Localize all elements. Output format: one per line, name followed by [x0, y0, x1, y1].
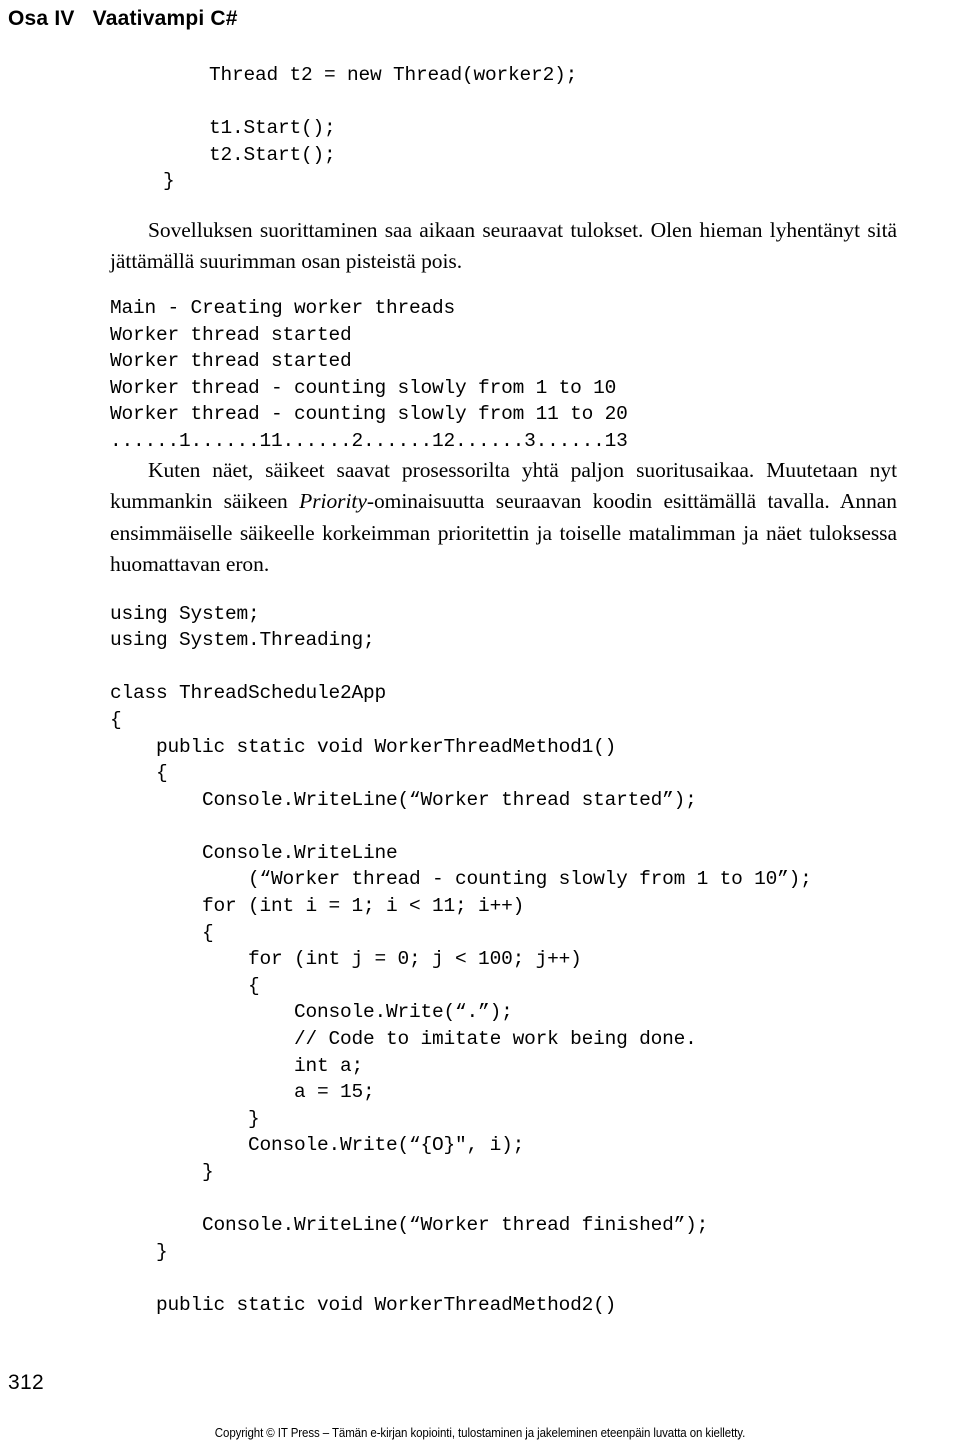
paragraph-2-italic-priority: Priority — [299, 489, 367, 514]
code-block-threadschedule2app: using System; using System.Threading; cl… — [110, 602, 812, 1316]
paragraph-kuten-naet: Kuten näet, säikeet saavat prosessorilta… — [110, 455, 897, 581]
book-page: Osa IV Vaativampi C# Thread t2 = new Thr… — [0, 0, 960, 1456]
copyright-notice: Copyright © IT Press – Tämän e-kirjan ko… — [214, 1426, 746, 1440]
running-head: Osa IV Vaativampi C# — [8, 7, 238, 30]
code-block-thread-start: Thread t2 = new Thread(worker2); t1.Star… — [163, 64, 578, 193]
code-block-program-output: Main - Creating worker threads Worker th… — [110, 296, 628, 452]
page-content: Thread t2 = new Thread(worker2); t1.Star… — [0, 62, 960, 1319]
paragraph-1-text: Sovelluksen suorittaminen saa aikaan seu… — [110, 217, 897, 274]
page-number: 312 — [8, 1371, 44, 1394]
paragraph-sovelluksen: Sovelluksen suorittaminen saa aikaan seu… — [110, 215, 897, 278]
